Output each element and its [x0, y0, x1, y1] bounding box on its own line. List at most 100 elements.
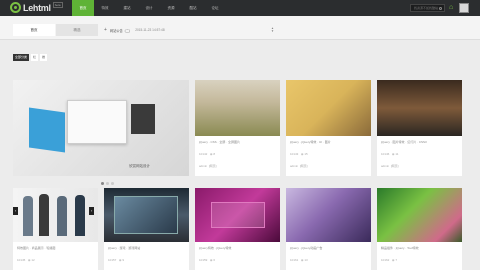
tag[interactable]: 轮播图 — [46, 246, 55, 250]
prev-arrow-icon[interactable]: ‹ — [13, 207, 18, 215]
card-tags[interactable]: jQuery · 图片特效 · 幻灯片 · CSS3 — [381, 140, 427, 144]
search-input[interactable]: 找资源不如找酷站 — [410, 4, 445, 12]
logo-icon — [10, 2, 21, 13]
resource-card[interactable]: ‹ › 特效图片 · 商品展示 · 轮播图 10145 12 — [13, 188, 98, 270]
resource-card[interactable]: jQuery · CSS · 全屏 · 全屏图片 10142 8 admin [… — [195, 80, 280, 176]
hero-browser-window — [67, 100, 127, 144]
like-count[interactable]: 11 — [392, 152, 399, 156]
author-name[interactable]: admin — [290, 164, 298, 168]
card-stats: 10142 8 — [199, 152, 215, 156]
tag[interactable]: jQuery特效 — [199, 246, 214, 250]
tag[interactable]: UI — [319, 140, 322, 144]
logo-text: Lehtml — [23, 2, 51, 13]
like-count[interactable]: 13 — [301, 258, 308, 262]
resource-card[interactable]: jQuery特效 · jQuery特效 10159 6 — [195, 188, 280, 270]
view-count: 10159 — [199, 258, 208, 262]
card-tags[interactable]: jQuery · CSS · 全屏 · 全屏图片 — [199, 140, 240, 144]
tag[interactable]: jQuery特效 — [217, 246, 232, 250]
tag[interactable]: jQuery动画广告 — [302, 246, 323, 250]
game-screen — [114, 196, 178, 234]
nav-item-sites[interactable]: 建站 — [116, 0, 138, 16]
model-figure — [57, 196, 67, 236]
card-category: [网页] — [208, 164, 217, 168]
tag[interactable]: 特效图片 — [17, 246, 29, 250]
tag[interactable]: 图片特效 — [393, 140, 405, 144]
card-thumbnail — [286, 188, 371, 242]
avatar[interactable] — [459, 3, 469, 13]
card-stats: 10145 12 — [17, 258, 35, 262]
filter-chip-recommend[interactable]: 推 — [40, 54, 48, 61]
tag[interactable]: jQuery — [290, 140, 299, 144]
nav-item-design[interactable]: 设计 — [138, 0, 160, 16]
next-arrow-icon[interactable]: › — [89, 207, 94, 215]
hero-ad-panel — [29, 107, 65, 153]
filter-chip-all[interactable]: 全部分类 — [13, 54, 30, 61]
like-count[interactable]: 12 — [28, 258, 35, 262]
tag[interactable]: jQuery — [396, 246, 405, 250]
tag[interactable]: 游戏 — [120, 246, 126, 250]
tag[interactable]: jQuery — [199, 140, 208, 144]
resource-card[interactable]: jQuery · 游戏 · 游戏网站 10157 9 — [104, 188, 189, 270]
card-author: admin [网页] — [199, 164, 217, 168]
card-stats: 10146 11 — [381, 152, 398, 156]
card-thumbnail: ‹ › — [13, 188, 98, 242]
pagination-dot[interactable] — [111, 182, 114, 185]
hero-product-panel — [131, 104, 155, 134]
announcement[interactable]: + 网站公告（二） 2015-11-23 14:57:48 — [104, 27, 165, 33]
tag[interactable]: jQuery特效 — [302, 140, 317, 144]
announcement-text[interactable]: 网站公告（二） — [110, 28, 132, 33]
card-tags[interactable]: 精品插件 · jQuery · Tool特效 — [381, 246, 419, 250]
card-tags[interactable]: jQuery · jQuery动画广告 — [290, 246, 322, 250]
tag[interactable]: jQuery — [381, 140, 390, 144]
tag[interactable]: 游戏网站 — [128, 246, 140, 250]
filter-bar: 全部分类 栏 推 — [13, 54, 48, 61]
tag[interactable]: jQuery — [290, 246, 299, 250]
author-name[interactable]: admin — [199, 164, 207, 168]
tag[interactable]: CSS — [211, 140, 217, 144]
filter-chip-column[interactable]: 栏 — [31, 54, 39, 61]
like-count[interactable]: 9 — [119, 258, 124, 262]
like-count[interactable]: 15 — [301, 152, 308, 156]
card-tags[interactable]: jQuery · 游戏 · 游戏网站 — [108, 246, 140, 250]
resource-card[interactable]: jQuery · 图片特效 · 幻灯片 · CSS3 10146 11 admi… — [377, 80, 462, 176]
nav-item-resources[interactable]: 资源 — [160, 0, 182, 16]
site-logo[interactable]: Lehtml beta — [10, 2, 63, 13]
hero-card[interactable]: 欣赏网站设计 — [13, 80, 189, 185]
pagination-dot[interactable] — [101, 182, 104, 185]
tag[interactable]: jQuery — [108, 246, 117, 250]
hero-pagination[interactable] — [101, 182, 114, 185]
nav-item-home[interactable]: 首页 — [72, 0, 94, 16]
nav-item-effects[interactable]: 特效 — [94, 0, 116, 16]
tag[interactable]: 图片 — [325, 140, 331, 144]
resource-card[interactable]: 精品插件 · jQuery · Tool特效 10162 7 — [377, 188, 462, 270]
pagination-dot[interactable] — [106, 182, 109, 185]
model-figure — [23, 196, 33, 236]
card-tags[interactable]: jQuery特效 · jQuery特效 — [199, 246, 231, 250]
nav-item-forum[interactable]: 论坛 — [204, 0, 226, 16]
tag[interactable]: CSS3 — [419, 140, 427, 144]
tab-bar: 首页 精选 + 网站公告（二） 2015-11-23 14:57:48 ▲ ▼ — [0, 16, 480, 40]
tag[interactable]: 幻灯片 — [407, 140, 416, 144]
card-stats: 10159 6 — [199, 258, 215, 262]
tag[interactable]: 商品展示 — [32, 246, 44, 250]
nav-item-cool-sites[interactable]: 酷站 — [182, 0, 204, 16]
like-count[interactable]: 7 — [392, 258, 397, 262]
announcement-scroll-icon[interactable]: ▲ ▼ — [271, 27, 274, 33]
tab-featured[interactable]: 精选 — [56, 24, 98, 36]
home-icon[interactable]: ⌂ — [449, 4, 456, 11]
resource-card[interactable]: jQuery · jQuery动画广告 10161 13 — [286, 188, 371, 270]
resource-card[interactable]: jQuery · jQuery特效 · UI · 图片 10143 15 adm… — [286, 80, 371, 176]
search-icon[interactable] — [439, 7, 442, 10]
author-name[interactable]: admin — [381, 164, 389, 168]
card-tags[interactable]: jQuery · jQuery特效 · UI · 图片 — [290, 140, 331, 144]
tag[interactable]: 全屏图片 — [228, 140, 240, 144]
tag[interactable]: 全屏 — [219, 140, 225, 144]
view-count: 10161 — [290, 258, 299, 262]
tag[interactable]: 精品插件 — [381, 246, 393, 250]
like-count[interactable]: 6 — [210, 258, 215, 262]
tag[interactable]: Tool特效 — [407, 246, 419, 250]
like-count[interactable]: 8 — [210, 152, 215, 156]
plus-icon: + — [104, 27, 107, 33]
tab-home[interactable]: 首页 — [13, 24, 55, 36]
card-tags[interactable]: 特效图片 · 商品展示 · 轮播图 — [17, 246, 55, 250]
